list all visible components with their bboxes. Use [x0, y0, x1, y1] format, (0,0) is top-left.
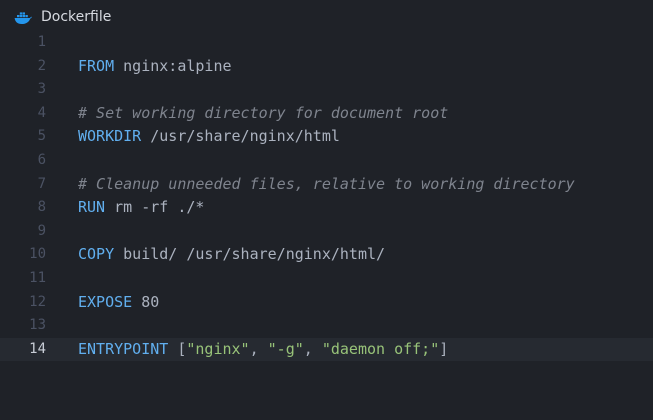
code-comment: # Cleanup unneeded files, relative to wo… — [78, 174, 575, 193]
code-line[interactable]: 1 — [0, 31, 653, 55]
docker-whale-icon — [14, 10, 32, 24]
string-literal: "-g" — [267, 339, 304, 358]
code-line[interactable]: 7 # Cleanup unneeded files, relative to … — [0, 173, 653, 197]
code-line[interactable]: 12 EXPOSE 80 — [0, 291, 653, 315]
line-number: 10 — [29, 246, 46, 263]
code-line[interactable]: 8 RUN rm -rf ./* — [0, 196, 653, 220]
code-line[interactable]: 2 FROM nginx:alpine — [0, 55, 653, 79]
string-literal: "nginx" — [186, 339, 250, 358]
code-line[interactable]: 10 COPY build/ /usr/share/nginx/html/ — [0, 243, 653, 267]
instruction-keyword: EXPOSE — [78, 292, 133, 311]
line-number: 5 — [37, 128, 46, 145]
array-open-bracket: [ — [168, 339, 187, 358]
line-content: # Set working directory for document roo… — [78, 102, 448, 126]
instruction-args: 80 — [132, 292, 160, 311]
instruction-args: nginx:alpine — [114, 56, 232, 75]
code-line[interactable]: 5 WORKDIR /usr/share/nginx/html — [0, 125, 653, 149]
line-number: 3 — [37, 81, 46, 98]
line-number: 6 — [37, 151, 46, 168]
code-line[interactable]: 9 — [0, 220, 653, 244]
line-content: EXPOSE 80 — [78, 291, 159, 315]
code-line-active[interactable]: 14 ENTRYPOINT ["nginx", "-g", "daemon of… — [0, 337, 653, 362]
code-line[interactable]: 3 — [0, 78, 653, 102]
line-number: 13 — [29, 317, 46, 334]
line-number: 2 — [37, 57, 46, 74]
tab-title: Dockerfile — [41, 9, 112, 25]
tab-bar: Dockerfile — [0, 0, 653, 34]
line-content: FROM nginx:alpine — [78, 55, 232, 79]
line-content: COPY build/ /usr/share/nginx/html/ — [78, 243, 385, 267]
code-editor[interactable]: 1 2 FROM nginx:alpine 3 4 # Set working … — [0, 31, 653, 420]
code-line[interactable]: 4 # Set working directory for document r… — [0, 102, 653, 126]
line-number: 7 — [37, 175, 46, 192]
line-number: 1 — [37, 34, 46, 50]
line-number: 11 — [29, 269, 46, 286]
code-line[interactable]: 13 — [0, 314, 653, 338]
line-number: 14 — [29, 340, 46, 357]
array-close-bracket: ] — [439, 339, 449, 358]
code-comment: # Set working directory for document roo… — [78, 103, 449, 122]
instruction-keyword: COPY — [78, 245, 115, 264]
line-number: 4 — [37, 104, 46, 121]
editor-window: Dockerfile 1 2 FROM nginx:alpine 3 4 # S… — [0, 0, 653, 420]
instruction-keyword: WORKDIR — [78, 127, 142, 146]
line-content: RUN rm -rf ./* — [78, 196, 204, 220]
instruction-keyword: ENTRYPOINT — [78, 339, 169, 358]
instruction-args: build/ /usr/share/nginx/html/ — [114, 245, 386, 264]
code-line[interactable]: 6 — [0, 149, 653, 173]
array-separator: , — [303, 339, 322, 358]
string-literal: "daemon off;" — [321, 339, 440, 358]
line-content: ENTRYPOINT ["nginx", "-g", "daemon off;"… — [78, 338, 448, 362]
line-content: WORKDIR /usr/share/nginx/html — [78, 125, 340, 149]
instruction-keyword: RUN — [78, 198, 106, 217]
tab-dockerfile[interactable]: Dockerfile — [0, 0, 125, 34]
instruction-args: /usr/share/nginx/html — [141, 127, 340, 146]
array-separator: , — [249, 339, 268, 358]
instruction-keyword: FROM — [78, 56, 115, 75]
line-number: 12 — [29, 293, 46, 310]
instruction-args: rm -rf ./* — [105, 198, 205, 217]
line-number: 8 — [37, 199, 46, 216]
code-line[interactable]: 11 — [0, 267, 653, 291]
line-number: 9 — [37, 222, 46, 239]
line-content: # Cleanup unneeded files, relative to wo… — [78, 173, 575, 197]
